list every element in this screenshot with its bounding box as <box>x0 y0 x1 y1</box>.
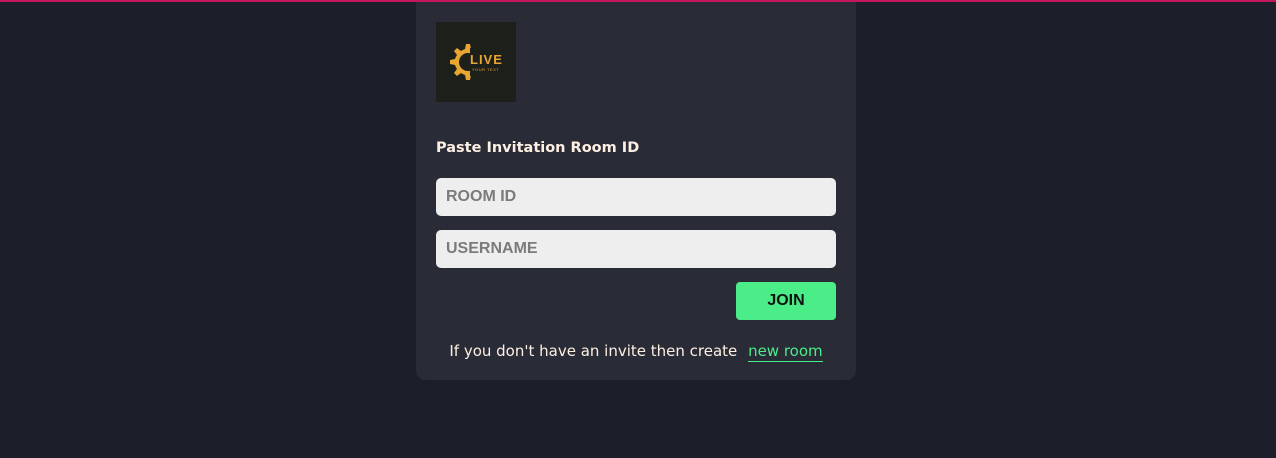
logo-text: LIVE <box>470 52 503 67</box>
new-room-link[interactable]: new room <box>748 342 823 362</box>
logo-subtext: YOUR TEXT <box>472 67 500 72</box>
form-heading: Paste Invitation Room ID <box>436 140 640 156</box>
join-room-card: LIVE YOUR TEXT Paste Invitation Room ID … <box>416 2 856 380</box>
footer-message: If you don't have an invite then create <box>449 342 738 360</box>
app-logo: LIVE YOUR TEXT <box>436 22 516 102</box>
room-id-input[interactable] <box>436 178 836 216</box>
join-button[interactable]: JOIN <box>736 282 836 320</box>
username-input[interactable] <box>436 230 836 268</box>
footer-text: If you don't have an invite then create … <box>436 342 836 362</box>
join-row: JOIN <box>436 282 836 320</box>
